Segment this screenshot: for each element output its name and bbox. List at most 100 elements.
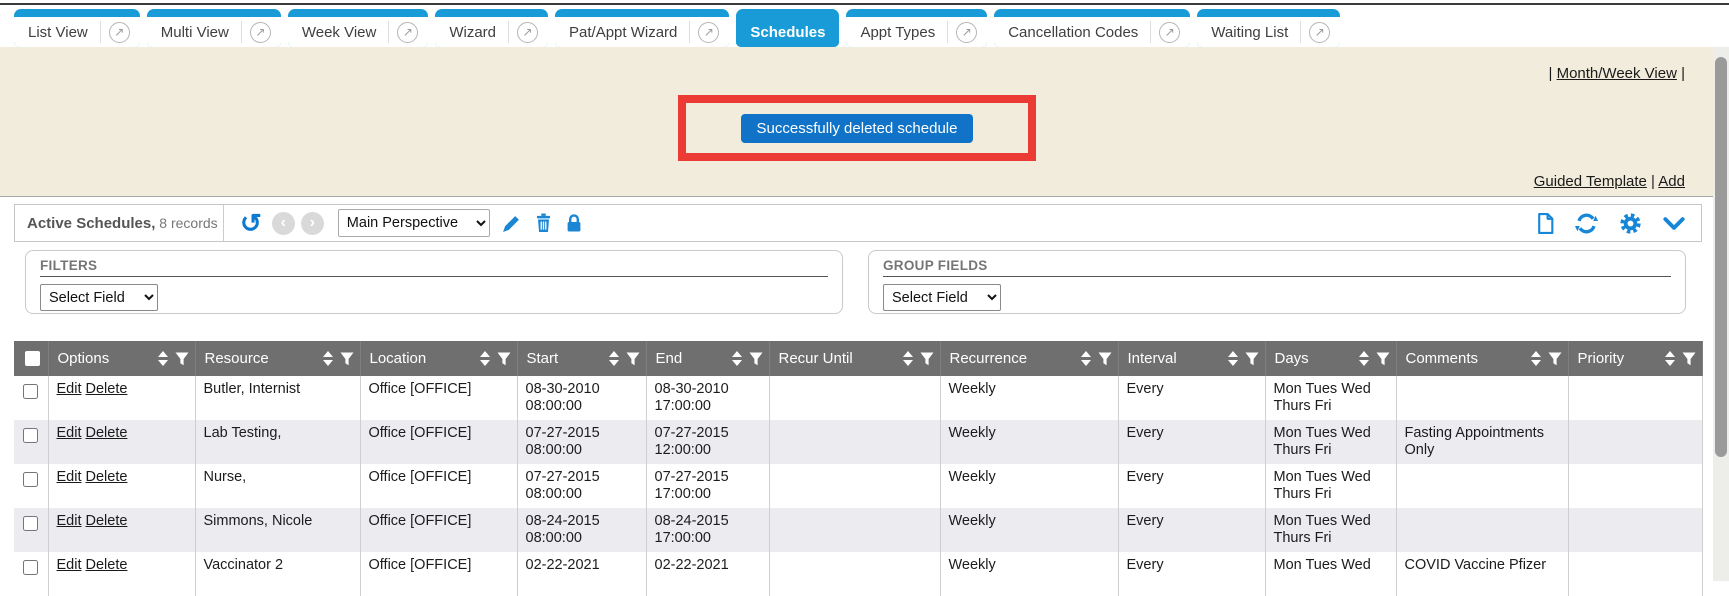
record-count: 8 records: [155, 215, 217, 231]
filter-funnel-icon[interactable]: [497, 352, 511, 366]
filter-funnel-icon[interactable]: [920, 352, 934, 366]
header-band: | Month/Week View | Successfully deleted…: [0, 47, 1729, 196]
interval-cell: Every: [1118, 508, 1265, 552]
tab-label: List View: [24, 24, 92, 41]
collapse-chevron-icon[interactable]: [1663, 217, 1685, 230]
edit-link[interactable]: Edit: [57, 513, 82, 529]
sort-icon[interactable]: [1665, 351, 1675, 366]
start-cell: 08-30-2010 08:00:00: [517, 376, 646, 420]
col-label: Interval: [1128, 350, 1228, 367]
edit-perspective-icon[interactable]: [502, 214, 521, 233]
col-label: Recurrence: [950, 350, 1081, 367]
gear-icon[interactable]: [1619, 212, 1642, 235]
filter-funnel-icon[interactable]: [1548, 352, 1562, 366]
sort-icon[interactable]: [1081, 351, 1091, 366]
sort-icon[interactable]: [903, 351, 913, 366]
external-link-icon[interactable]: ↗: [698, 22, 719, 43]
new-document-icon[interactable]: [1537, 213, 1554, 234]
perspective-select[interactable]: Main Perspective: [338, 209, 490, 237]
row-checkbox[interactable]: [23, 560, 38, 575]
refresh-icon[interactable]: [1575, 212, 1598, 235]
filter-funnel-icon[interactable]: [1245, 352, 1259, 366]
select-all-header: [14, 341, 48, 376]
comments-cell: Fasting Appointments Only: [1396, 420, 1568, 464]
add-link[interactable]: Add: [1658, 173, 1685, 190]
delete-link[interactable]: Delete: [86, 425, 128, 441]
filter-funnel-icon[interactable]: [1376, 352, 1390, 366]
delete-link[interactable]: Delete: [86, 557, 128, 573]
row-checkbox[interactable]: [23, 384, 38, 399]
filter-funnel-icon[interactable]: [340, 352, 354, 366]
tab-pat-appt-wizard[interactable]: Pat/Appt Wizard ↗: [555, 9, 729, 47]
start-cell: 07-27-2015 08:00:00: [517, 464, 646, 508]
filter-funnel-icon[interactable]: [1098, 352, 1112, 366]
filter-funnel-icon[interactable]: [175, 352, 189, 366]
sort-icon[interactable]: [1359, 351, 1369, 366]
tab-label: Cancellation Codes: [1004, 24, 1142, 41]
delete-link[interactable]: Delete: [86, 469, 128, 485]
sort-icon[interactable]: [480, 351, 490, 366]
external-link-icon[interactable]: ↗: [1159, 22, 1180, 43]
prev-perspective-button[interactable]: ‹: [272, 212, 295, 235]
guided-template-link[interactable]: Guided Template: [1534, 173, 1647, 190]
tab-divider: [388, 21, 389, 43]
recur-until-cell: [769, 464, 940, 508]
sort-icon[interactable]: [158, 351, 168, 366]
filters-label: FILTERS: [40, 258, 828, 277]
external-link-icon[interactable]: ↗: [397, 22, 418, 43]
vertical-scrollbar[interactable]: [1713, 47, 1729, 581]
external-link-icon[interactable]: ↗: [517, 22, 538, 43]
tab-schedules[interactable]: Schedules: [736, 9, 839, 47]
group-fields-select[interactable]: Select Field: [883, 284, 1001, 311]
sort-icon[interactable]: [1228, 351, 1238, 366]
row-checkbox[interactable]: [23, 428, 38, 443]
success-notification[interactable]: Successfully deleted schedule: [741, 114, 974, 143]
sort-icon[interactable]: [1531, 351, 1541, 366]
external-link-icon[interactable]: ↗: [250, 22, 271, 43]
edit-link[interactable]: Edit: [57, 557, 82, 573]
tab-divider: [689, 21, 690, 43]
row-checkbox[interactable]: [23, 472, 38, 487]
row-checkbox[interactable]: [23, 516, 38, 531]
undo-icon[interactable]: ↺: [240, 210, 262, 236]
scrollbar-thumb[interactable]: [1715, 57, 1727, 457]
pipe: |: [1549, 65, 1553, 82]
table-header-row: Options Resource Location Start End Recu…: [14, 341, 1702, 376]
tab-week-view[interactable]: Week View ↗: [288, 9, 428, 47]
filter-funnel-icon[interactable]: [1682, 352, 1696, 366]
lock-icon[interactable]: [566, 213, 582, 233]
recur-until-cell: [769, 552, 940, 596]
sort-icon[interactable]: [732, 351, 742, 366]
sort-icon[interactable]: [323, 351, 333, 366]
external-link-icon[interactable]: ↗: [109, 22, 130, 43]
arrow-glyph: ↗: [1315, 26, 1325, 38]
tab-waiting-list[interactable]: Waiting List ↗: [1197, 9, 1340, 47]
end-cell: 02-22-2021: [646, 552, 769, 596]
next-perspective-button[interactable]: ›: [301, 212, 324, 235]
group-fields-panel: GROUP FIELDS Select Field: [868, 250, 1686, 314]
select-all-checkbox[interactable]: [25, 351, 40, 366]
grid-title: Active Schedules, 8 records: [15, 215, 223, 232]
tab-appt-types[interactable]: Appt Types ↗: [846, 9, 987, 47]
external-link-icon[interactable]: ↗: [956, 22, 977, 43]
edit-link[interactable]: Edit: [57, 469, 82, 485]
filter-funnel-icon[interactable]: [749, 352, 763, 366]
row-checkbox-cell: [14, 464, 48, 508]
tab-cancellation-codes[interactable]: Cancellation Codes ↗: [994, 9, 1190, 47]
month-week-view-link[interactable]: Month/Week View: [1557, 65, 1677, 82]
tab-wizard[interactable]: Wizard ↗: [435, 9, 548, 47]
edit-link[interactable]: Edit: [57, 425, 82, 441]
table-row: EditDelete Nurse, Office [OFFICE] 07-27-…: [14, 464, 1702, 508]
tab-multi-view[interactable]: Multi View ↗: [147, 9, 281, 47]
sort-icon[interactable]: [609, 351, 619, 366]
days-cell: Mon Tues Wed Thurs Fri: [1265, 508, 1396, 552]
filters-field-select[interactable]: Select Field: [40, 284, 158, 311]
edit-link[interactable]: Edit: [57, 381, 82, 397]
delete-link[interactable]: Delete: [86, 513, 128, 529]
end-cell: 07-27-2015 12:00:00: [646, 420, 769, 464]
delete-perspective-icon[interactable]: [535, 213, 552, 233]
filter-funnel-icon[interactable]: [626, 352, 640, 366]
tab-list-view[interactable]: List View ↗: [14, 9, 140, 47]
external-link-icon[interactable]: ↗: [1309, 22, 1330, 43]
delete-link[interactable]: Delete: [86, 381, 128, 397]
